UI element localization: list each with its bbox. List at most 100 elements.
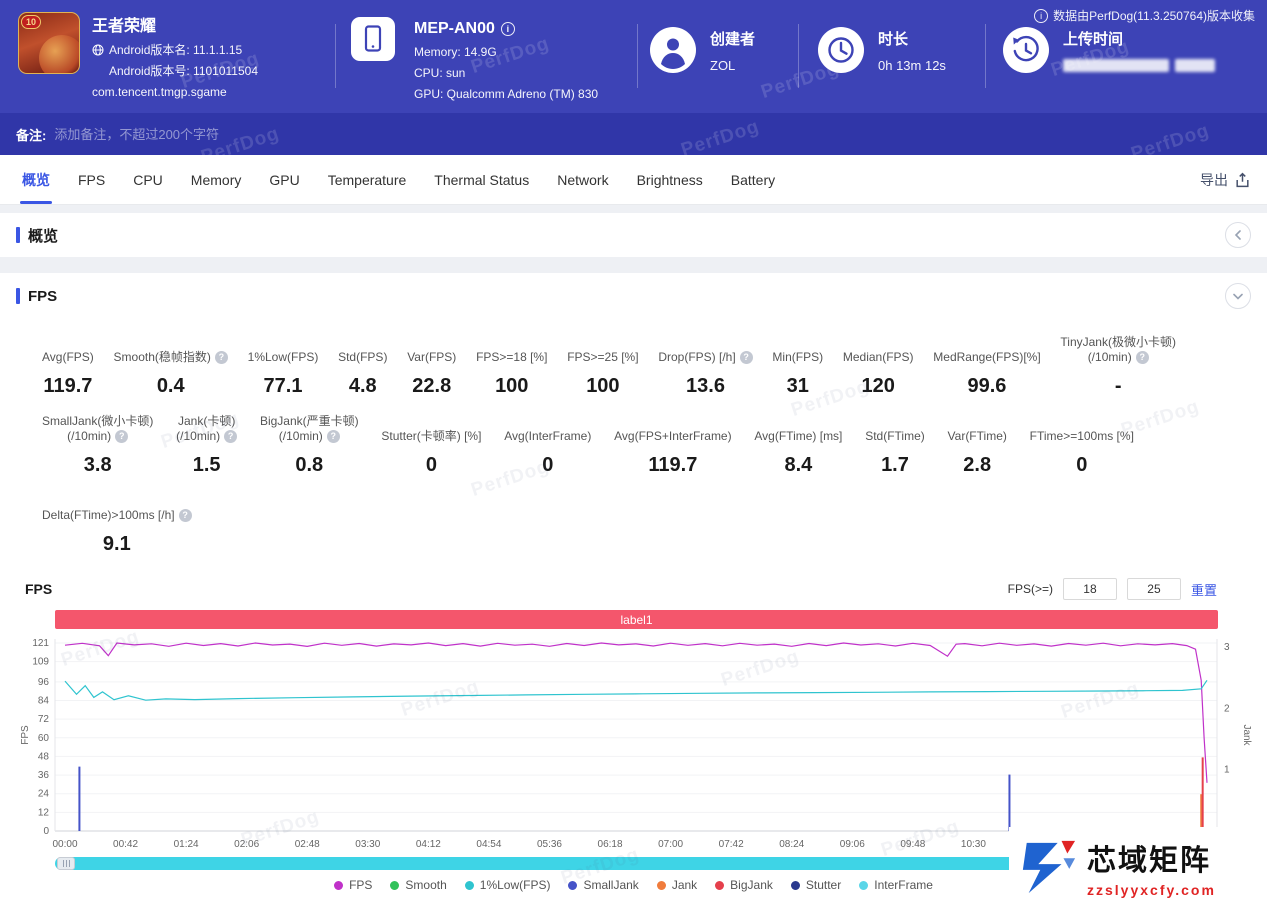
stat-cell: Std(FPS) 4.8 [338,333,387,398]
stat-label: Avg(FPS+InterFrame) [614,429,731,444]
tab-bar-tabs: 概览FPSCPUMemoryGPUTemperatureThermal Stat… [8,155,789,204]
fps-threshold-input-1[interactable] [1063,578,1117,600]
stat-label: FPS>=18 [%] [476,350,547,365]
duration-label: 时长 [878,28,946,49]
fps-chart-canvas[interactable]: 0122436486072849610912112300:0000:4201:2… [14,631,1254,855]
tab-Temperature[interactable]: Temperature [314,155,421,204]
help-icon[interactable]: ? [327,430,340,443]
reset-button[interactable]: 重置 [1191,580,1217,599]
svg-text:0: 0 [43,826,49,837]
svg-text:06:18: 06:18 [598,839,623,850]
legend-dot [465,881,474,890]
legend-label: Smooth [405,878,446,892]
device-cpu: CPU: sun [414,66,598,80]
svg-text:36: 36 [38,770,50,781]
chevron-left-icon [1233,230,1243,240]
remark-input[interactable] [54,127,474,142]
help-icon[interactable]: ? [1136,351,1149,364]
legend-item-FPS[interactable]: FPS [334,878,372,892]
legend-label: 1%Low(FPS) [480,878,551,892]
legend-item-BigJank[interactable]: BigJank [715,878,773,892]
creator-person-icon [650,27,696,73]
tab-FPS[interactable]: FPS [64,155,119,204]
stat-cell: FTime>=100ms [%]0 [1030,412,1134,477]
phone-icon [350,16,396,62]
tab-Network[interactable]: Network [543,155,622,204]
stat-value: 4.8 [349,375,377,398]
history-clock-icon [1003,27,1049,73]
help-icon[interactable]: ? [115,430,128,443]
stat-value: 100 [495,375,528,398]
stat-value: 119.7 [648,454,697,477]
legend-item-InterFrame[interactable]: InterFrame [859,878,933,892]
help-icon[interactable]: ? [215,351,228,364]
stat-value: 0.4 [157,375,185,398]
legend-item-Stutter[interactable]: Stutter [791,878,841,892]
stat-cell: TinyJank(极微小卡顿)(/10min)?- [1060,333,1176,398]
legend-label: FPS [349,878,372,892]
stat-value: 13.6 [686,375,725,398]
stat-label: TinyJank(极微小卡顿) [1060,335,1176,350]
legend-label: Jank [672,878,697,892]
stat-label: Stutter(卡顿率) [%] [381,429,481,444]
stat-label: Std(FPS) [338,350,387,365]
fps-ge-label: FPS(>=) [1008,582,1053,596]
stat-value: 1.5 [193,454,221,477]
svg-text:00:00: 00:00 [52,839,77,850]
svg-text:09:48: 09:48 [900,839,925,850]
help-icon[interactable]: ? [179,509,192,522]
anniversary-badge: 10 [21,15,41,29]
stat-value: 0.8 [295,454,323,477]
tab-Battery[interactable]: Battery [717,155,789,204]
svg-text:10:30: 10:30 [961,839,986,850]
svg-text:07:00: 07:00 [658,839,683,850]
svg-text:24: 24 [38,789,50,800]
svg-text:01:24: 01:24 [174,839,199,850]
export-button[interactable]: 导出 [1200,155,1251,205]
app-name: 王者荣耀 [92,12,258,36]
fps-collapse-button[interactable] [1225,283,1251,309]
scrollbar-handle[interactable] [57,857,75,870]
section-accent-bar [16,227,20,243]
tab-GPU[interactable]: GPU [255,155,313,204]
svg-text:03:30: 03:30 [355,839,380,850]
stat-label-sub: (/10min) [1088,350,1132,365]
section-accent-bar [16,288,20,304]
svg-text:72: 72 [38,714,50,725]
tab-CPU[interactable]: CPU [119,155,177,204]
stat-value: 119.7 [43,375,92,398]
tab-Brightness[interactable]: Brightness [623,155,717,204]
legend-label: SmallJank [583,878,638,892]
legend-label: Stutter [806,878,841,892]
legend-item-Smooth[interactable]: Smooth [390,878,446,892]
device-model: MEP-AN00 [414,20,495,38]
svg-text:2: 2 [1224,703,1230,714]
header-divider [637,24,638,88]
fps-threshold-input-2[interactable] [1127,578,1181,600]
series-line-FPS [65,643,1207,783]
svg-text:121: 121 [32,638,49,649]
stat-label-sub: (/10min) [279,429,323,444]
stat-cell: Var(FPS)22.8 [407,333,456,398]
stat-cell: FPS>=18 [%] 100 [476,333,547,398]
svg-text:00:42: 00:42 [113,839,138,850]
svg-text:05:36: 05:36 [537,839,562,850]
help-icon[interactable]: ? [740,351,753,364]
remark-bar: 备注: [0,113,1267,155]
tab-Thermal Status[interactable]: Thermal Status [420,155,543,204]
device-info-icon[interactable]: i [501,22,515,36]
stat-cell: Median(FPS)120 [843,333,914,398]
legend-item-SmallJank[interactable]: SmallJank [568,878,638,892]
overview-collapse-button[interactable] [1225,222,1251,248]
help-icon[interactable]: ? [224,430,237,443]
device-gpu: GPU: Qualcomm Adreno (TM) 830 [414,87,598,101]
legend-dot [791,881,800,890]
stat-value: 22.8 [412,375,451,398]
tab-Memory[interactable]: Memory [177,155,256,204]
chart-label-banner: label1 [55,610,1218,629]
legend-item-Jank[interactable]: Jank [657,878,697,892]
stat-cell: 1%Low(FPS)77.1 [248,333,319,398]
tab-概览[interactable]: 概览 [8,155,64,204]
legend-item-1%Low(FPS)[interactable]: 1%Low(FPS) [465,878,551,892]
stat-value: 31 [787,375,809,398]
